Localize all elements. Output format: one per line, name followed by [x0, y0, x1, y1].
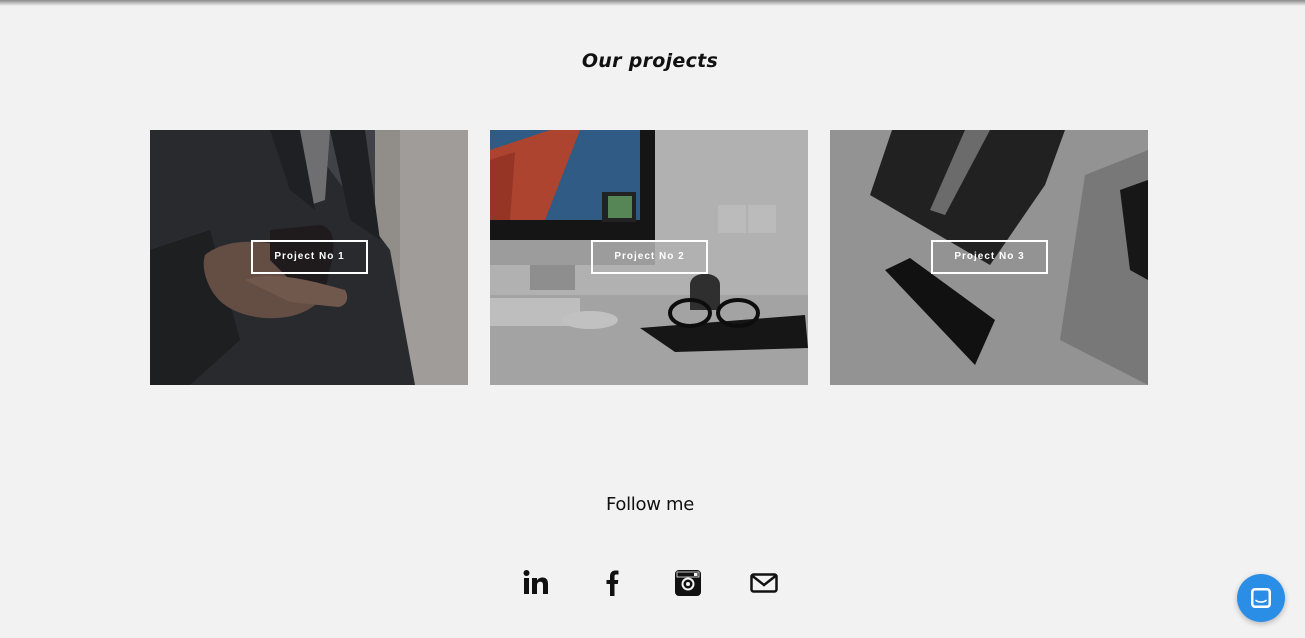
chat-launcher-button[interactable]: [1237, 574, 1285, 622]
section-title: Our projects: [581, 50, 719, 72]
project-card-3[interactable]: Project No 3: [830, 130, 1148, 385]
chat-icon: [1251, 588, 1271, 608]
linkedin-icon[interactable]: [521, 568, 551, 598]
header-shadow: [0, 0, 1305, 6]
instagram-icon[interactable]: [673, 568, 703, 598]
email-icon[interactable]: [749, 568, 779, 598]
project-button-1[interactable]: Project No 1: [251, 240, 368, 274]
project-button-3[interactable]: Project No 3: [931, 240, 1048, 274]
follow-title: Follow me: [605, 494, 695, 515]
facebook-icon[interactable]: [597, 568, 627, 598]
project-card-2[interactable]: Project No 2: [490, 130, 808, 385]
project-card-1[interactable]: Project No 1: [150, 130, 468, 385]
project-button-2[interactable]: Project No 2: [591, 240, 708, 274]
